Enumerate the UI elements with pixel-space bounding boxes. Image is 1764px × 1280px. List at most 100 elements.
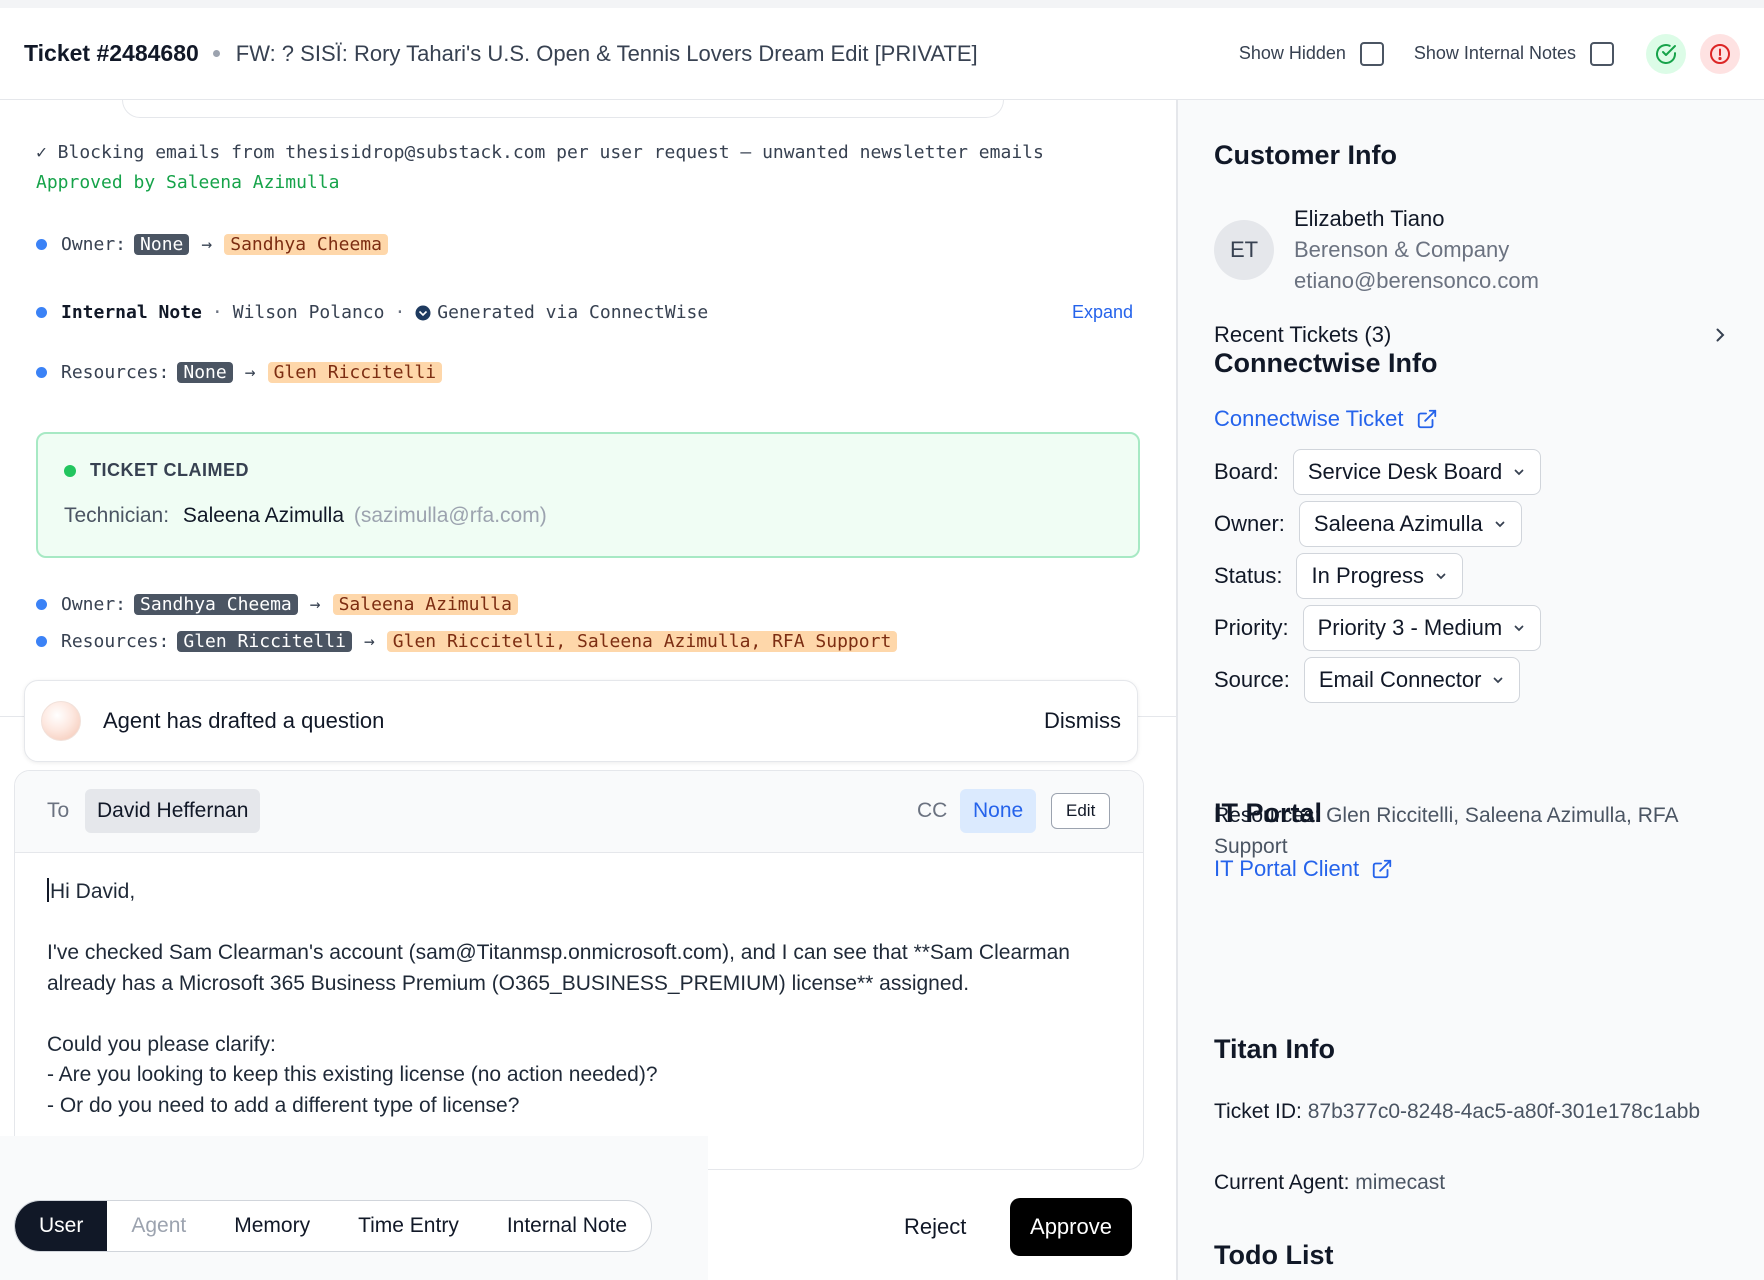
approved-by: Approved by Saleena Azimulla bbox=[36, 172, 340, 193]
board-value: Service Desk Board bbox=[1307, 459, 1503, 484]
bullet bbox=[36, 307, 47, 318]
technician-name: Saleena Azimulla bbox=[182, 504, 345, 527]
tab-time-entry[interactable]: Time Entry bbox=[334, 1201, 483, 1251]
owner-label: Owner: bbox=[61, 594, 127, 615]
ticket-subject: FW: ? SISÏ: Rory Tahari's U.S. Open & Te… bbox=[235, 40, 978, 66]
separator-dot bbox=[212, 50, 220, 57]
new-owner: Saleena Azimulla bbox=[332, 594, 518, 615]
current-agent-label: Current Agent: bbox=[1214, 1171, 1350, 1194]
board-label: Board: bbox=[1214, 459, 1279, 484]
source-field: Source: Email Connector bbox=[1214, 657, 1521, 703]
escalate-button[interactable] bbox=[1700, 33, 1740, 74]
source-value: Email Connector bbox=[1318, 667, 1482, 692]
edit-recipients-button[interactable]: Edit bbox=[1051, 793, 1111, 829]
tab-internal-note[interactable]: Internal Note bbox=[483, 1201, 651, 1251]
customer-name: Elizabeth Tiano bbox=[1294, 206, 1445, 231]
tab-user[interactable]: User bbox=[15, 1201, 108, 1251]
composer-recipients: To David Heffernan CC None Edit bbox=[15, 771, 1143, 853]
owner-label: Owner: bbox=[1214, 511, 1285, 536]
technician-label: Technician: bbox=[64, 504, 170, 527]
internal-note-row[interactable]: Internal Note · Wilson Polanco · Generat… bbox=[36, 302, 708, 323]
separator: · bbox=[211, 302, 223, 323]
to-recipient-chip[interactable]: David Heffernan bbox=[85, 789, 261, 833]
status-value: In Progress bbox=[1311, 563, 1424, 588]
arrow: → bbox=[309, 594, 321, 615]
arrow: → bbox=[244, 362, 256, 383]
status-field: Status: In Progress bbox=[1214, 553, 1463, 599]
message-option-1: - Are you looking to keep this existing … bbox=[47, 1063, 658, 1086]
source-label: Source: bbox=[1214, 667, 1290, 692]
priority-label: Priority: bbox=[1214, 615, 1289, 640]
ticket-header: Ticket #2484680 FW: ? SISÏ: Rory Tahari'… bbox=[0, 8, 1764, 100]
current-agent: Current Agent: mimecast bbox=[1214, 1171, 1445, 1195]
owner-change-2: Owner: Sandhya Cheema → Saleena Azimulla bbox=[36, 594, 518, 615]
note-source: Generated via ConnectWise bbox=[437, 302, 709, 323]
owner-select[interactable]: Saleena Azimulla bbox=[1298, 501, 1522, 547]
approve-button[interactable]: Approve bbox=[1010, 1198, 1132, 1256]
external-link-icon bbox=[1372, 859, 1392, 879]
owner-value: Saleena Azimulla bbox=[1313, 511, 1483, 536]
owner-change-1: Owner: None → Sandhya Cheema bbox=[36, 234, 388, 255]
ticket-sidebar: Customer Info ET Elizabeth Tiano Berenso… bbox=[1178, 100, 1764, 1280]
ticket-id-value: 87b377c0-8248-4ac5-a80f-301e178c1abb bbox=[1307, 1100, 1701, 1123]
chevron-down-icon bbox=[1514, 469, 1524, 476]
bullet bbox=[36, 636, 47, 647]
new-owner: Sandhya Cheema bbox=[224, 234, 388, 255]
board-select[interactable]: Service Desk Board bbox=[1292, 449, 1542, 495]
show-hidden-label: Show Hidden bbox=[1238, 43, 1346, 63]
old-owner: None bbox=[134, 234, 190, 255]
status-dot bbox=[64, 464, 76, 477]
to-label: To bbox=[47, 799, 70, 822]
tab-agent[interactable]: Agent bbox=[107, 1201, 210, 1251]
connectwise-ticket-link[interactable]: Connectwise Ticket bbox=[1214, 406, 1438, 432]
expand-link[interactable]: Expand bbox=[1072, 302, 1133, 323]
chevron-down-icon bbox=[1495, 521, 1505, 528]
cc-recipient-chip[interactable]: None bbox=[960, 789, 1037, 833]
status-label: Status: bbox=[1214, 563, 1283, 588]
message-editor[interactable]: Hi David, I've checked Sam Clearman's ac… bbox=[47, 877, 1107, 1121]
recent-tickets-link[interactable]: Recent Tickets (3) bbox=[1214, 322, 1730, 348]
old-owner: Sandhya Cheema bbox=[134, 594, 298, 615]
owner-field: Owner: Saleena Azimulla bbox=[1214, 501, 1522, 547]
show-internal-notes-checkbox[interactable] bbox=[1590, 41, 1614, 66]
tab-memory[interactable]: Memory bbox=[210, 1201, 334, 1251]
priority-value: Priority 3 - Medium bbox=[1317, 615, 1503, 640]
show-internal-notes-label: Show Internal Notes bbox=[1413, 43, 1576, 63]
activity-pane: ✓ Blocking emails from thesisidrop@subst… bbox=[0, 100, 1176, 1280]
internal-note-title: Internal Note bbox=[61, 302, 202, 323]
source-select[interactable]: Email Connector bbox=[1303, 657, 1521, 703]
bullet bbox=[36, 367, 47, 378]
it-portal-client-link[interactable]: IT Portal Client bbox=[1214, 856, 1393, 882]
arrow: → bbox=[363, 631, 375, 652]
arrow: → bbox=[201, 234, 213, 255]
show-hidden-checkbox[interactable] bbox=[1359, 41, 1384, 66]
it-portal-heading: IT Portal bbox=[1214, 798, 1323, 828]
blocking-note: ✓ Blocking emails from thesisidrop@subst… bbox=[36, 142, 1044, 163]
claimed-title-text: TICKET CLAIMED bbox=[90, 460, 249, 480]
resources-change-1: Resources: None → Glen Riccitelli bbox=[36, 362, 443, 383]
old-resources: None bbox=[177, 362, 233, 383]
connectwise-ticket-label: Connectwise Ticket bbox=[1214, 406, 1404, 431]
old-resources: Glen Riccitelli bbox=[177, 631, 352, 652]
connectwise-icon bbox=[415, 305, 431, 320]
resolve-button[interactable] bbox=[1646, 33, 1686, 74]
dismiss-button[interactable]: Dismiss bbox=[1044, 708, 1121, 734]
customer-company: Berenson & Company bbox=[1294, 237, 1510, 262]
cc-label: CC bbox=[917, 799, 948, 822]
resources-label: Resources: bbox=[61, 362, 170, 383]
technician-email: (sazimulla@rfa.com) bbox=[353, 504, 547, 527]
status-select[interactable]: In Progress bbox=[1296, 553, 1463, 599]
message-greeting: Hi David, bbox=[50, 880, 136, 903]
titan-ticket-id: Ticket ID: 87b377c0-8248-4ac5-a80f-301e1… bbox=[1214, 1096, 1734, 1127]
ticket-id-label: Ticket ID: bbox=[1214, 1100, 1302, 1123]
it-portal-client-label: IT Portal Client bbox=[1214, 856, 1360, 881]
reject-button[interactable]: Reject bbox=[904, 1214, 966, 1240]
priority-select[interactable]: Priority 3 - Medium bbox=[1302, 605, 1542, 651]
agent-avatar bbox=[41, 701, 81, 741]
previous-card bbox=[122, 100, 1004, 118]
recent-tickets-label: Recent Tickets (3) bbox=[1214, 322, 1392, 347]
header-controls: Show Hidden Show Internal Notes bbox=[1238, 33, 1740, 74]
resources-change-2: Resources: Glen Riccitelli → Glen Riccit… bbox=[36, 631, 898, 652]
new-resources: Glen Riccitelli bbox=[267, 362, 443, 383]
chevron-down-icon bbox=[1494, 677, 1503, 684]
